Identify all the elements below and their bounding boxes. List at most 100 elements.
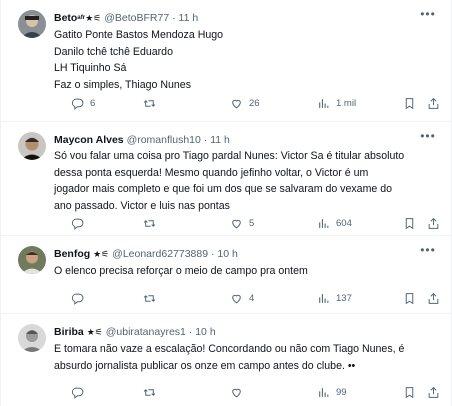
- tweet-line: jogador mais completo e que foi um dos q…: [54, 183, 393, 195]
- display-name[interactable]: Biriba: [54, 326, 84, 338]
- like-button[interactable]: 4: [230, 290, 254, 306]
- views-count: 604: [336, 217, 352, 229]
- like-count: 5: [249, 217, 255, 229]
- tweet-text: O elenco precisa reforçar o meio de camp…: [54, 263, 444, 280]
- views-button[interactable]: 99: [317, 384, 347, 400]
- views-chart-icon: [319, 218, 329, 228]
- avatar[interactable]: [18, 324, 46, 352]
- user-handle[interactable]: @romanflush10: [127, 134, 201, 146]
- like-button[interactable]: 5: [230, 215, 254, 231]
- heart-icon: [232, 294, 241, 303]
- views-count: 99: [336, 386, 347, 398]
- avatar[interactable]: [18, 132, 46, 160]
- tweet[interactable]: Maycon Alves @romanflush10 · 11 h ••• Só…: [1, 122, 451, 236]
- bookmark-button[interactable]: [403, 95, 416, 111]
- user-handle[interactable]: @Leonard62773889: [112, 248, 208, 260]
- tweet-line: absurdo jornalista publicar os onze em c…: [54, 359, 356, 372]
- tweet-line: dessa ponta esquerda! Mesmo quando jefin…: [54, 166, 369, 179]
- retweet-button[interactable]: [143, 290, 162, 306]
- bookmark-icon: [405, 217, 414, 229]
- timestamp[interactable]: 11 h: [179, 12, 199, 24]
- reply-button[interactable]: [71, 215, 90, 231]
- tweet-line: Só vou falar uma coisa pro Tiago pardal …: [54, 150, 405, 162]
- reply-icon: [71, 387, 84, 399]
- views-count: 137: [336, 292, 352, 304]
- more-horizontal-icon[interactable]: •••: [419, 8, 437, 23]
- views-chart-icon: [319, 293, 329, 303]
- name-badges: ★⚟: [93, 249, 110, 259]
- avatar[interactable]: [18, 10, 46, 38]
- views-count: 1 mil: [336, 97, 357, 109]
- tweet-line: LH Tiquinho Sá: [54, 62, 127, 74]
- display-name[interactable]: Beto: [54, 12, 77, 24]
- bookmark-icon: [405, 97, 414, 109]
- separator-dot: ·: [203, 134, 208, 146]
- heart-icon: [232, 388, 241, 397]
- tweet[interactable]: Biriba ★⚟ @ubiratanayres1 · 10 h E tomar…: [1, 314, 451, 406]
- tweet-line: Danilo tchê tchê Eduardo: [54, 45, 173, 58]
- separator-dot: ·: [188, 326, 193, 338]
- heart-icon: [232, 219, 241, 228]
- like-count: 26: [249, 97, 260, 109]
- tweet[interactable]: Benfog ★⚟ @Leonard62773889 · 10 h ••• O …: [1, 236, 451, 314]
- tweet-line: Gatito Ponte Bastos Mendoza Hugo: [54, 29, 224, 41]
- reply-icon: [71, 218, 84, 230]
- tweet-header: Benfog ★⚟ @Leonard62773889 · 10 h: [54, 247, 424, 261]
- bookmark-button[interactable]: [403, 290, 416, 306]
- user-handle[interactable]: @BetoBFR77: [104, 12, 169, 24]
- share-icon: [428, 292, 439, 304]
- tweet[interactable]: Betoᵃᶠʳ★⚟ @BetoBFR77 · 11 h ••• Gatito P…: [1, 0, 451, 122]
- views-button[interactable]: 137: [317, 290, 352, 306]
- timestamp[interactable]: 10 h: [217, 248, 237, 260]
- retweet-button[interactable]: [143, 384, 162, 400]
- reply-count: 6: [90, 97, 96, 109]
- more-horizontal-icon[interactable]: •••: [419, 130, 437, 145]
- share-button[interactable]: [427, 290, 440, 306]
- tweet-header: Biriba ★⚟ @ubiratanayres1 · 10 h: [54, 325, 424, 339]
- tweet-text: Só vou falar uma coisa pro Tiago pardal …: [54, 148, 444, 214]
- reply-button[interactable]: [71, 384, 90, 400]
- bookmark-button[interactable]: [403, 384, 416, 400]
- share-button[interactable]: [427, 384, 440, 400]
- retweet-icon: [143, 99, 156, 107]
- share-button[interactable]: [427, 215, 440, 231]
- user-handle[interactable]: @ubiratanayres1: [106, 326, 186, 338]
- tweet-text: E tomara não vaze a escalação! Concordan…: [54, 341, 444, 374]
- reply-icon: [71, 293, 84, 305]
- share-icon: [428, 386, 439, 398]
- timestamp[interactable]: 10 h: [195, 326, 215, 338]
- bookmark-icon: [405, 386, 414, 398]
- like-count: 4: [249, 292, 255, 304]
- bookmark-icon: [405, 292, 414, 304]
- display-name[interactable]: Benfog: [54, 248, 90, 260]
- share-icon: [428, 97, 439, 109]
- like-button[interactable]: [230, 384, 249, 400]
- separator-dot: ·: [211, 248, 215, 260]
- display-name[interactable]: Maycon Alves: [54, 134, 124, 146]
- heart-icon: [232, 99, 241, 108]
- timestamp[interactable]: 11 h: [210, 134, 230, 146]
- tweet-actions: 4 137: [54, 290, 444, 306]
- more-horizontal-icon[interactable]: •••: [419, 244, 437, 259]
- reply-button[interactable]: [71, 290, 90, 306]
- retweet-icon: [143, 388, 156, 396]
- tweet-line: O elenco precisa reforçar o meio de camp…: [54, 265, 308, 277]
- reply-button[interactable]: 6: [71, 95, 95, 111]
- views-button[interactable]: 604: [317, 215, 352, 231]
- retweet-icon: [143, 294, 156, 302]
- tweet-header: Betoᵃᶠʳ★⚟ @BetoBFR77 · 11 h: [54, 11, 424, 25]
- views-button[interactable]: 1 mil: [317, 95, 356, 111]
- share-button[interactable]: [427, 95, 440, 111]
- bookmark-button[interactable]: [403, 215, 416, 231]
- retweet-button[interactable]: [143, 95, 162, 111]
- views-chart-icon: [319, 98, 329, 108]
- share-icon: [428, 217, 439, 229]
- like-button[interactable]: 26: [230, 95, 260, 111]
- tweet-text: Gatito Ponte Bastos Mendoza Hugo Danilo …: [54, 27, 444, 93]
- retweet-icon: [143, 219, 156, 227]
- separator-dot: ·: [172, 12, 176, 24]
- avatar[interactable]: [18, 246, 46, 274]
- name-badges: ★⚟: [86, 327, 103, 337]
- retweet-button[interactable]: [143, 215, 162, 231]
- tweet-actions: 6 26 1 mil: [54, 95, 444, 111]
